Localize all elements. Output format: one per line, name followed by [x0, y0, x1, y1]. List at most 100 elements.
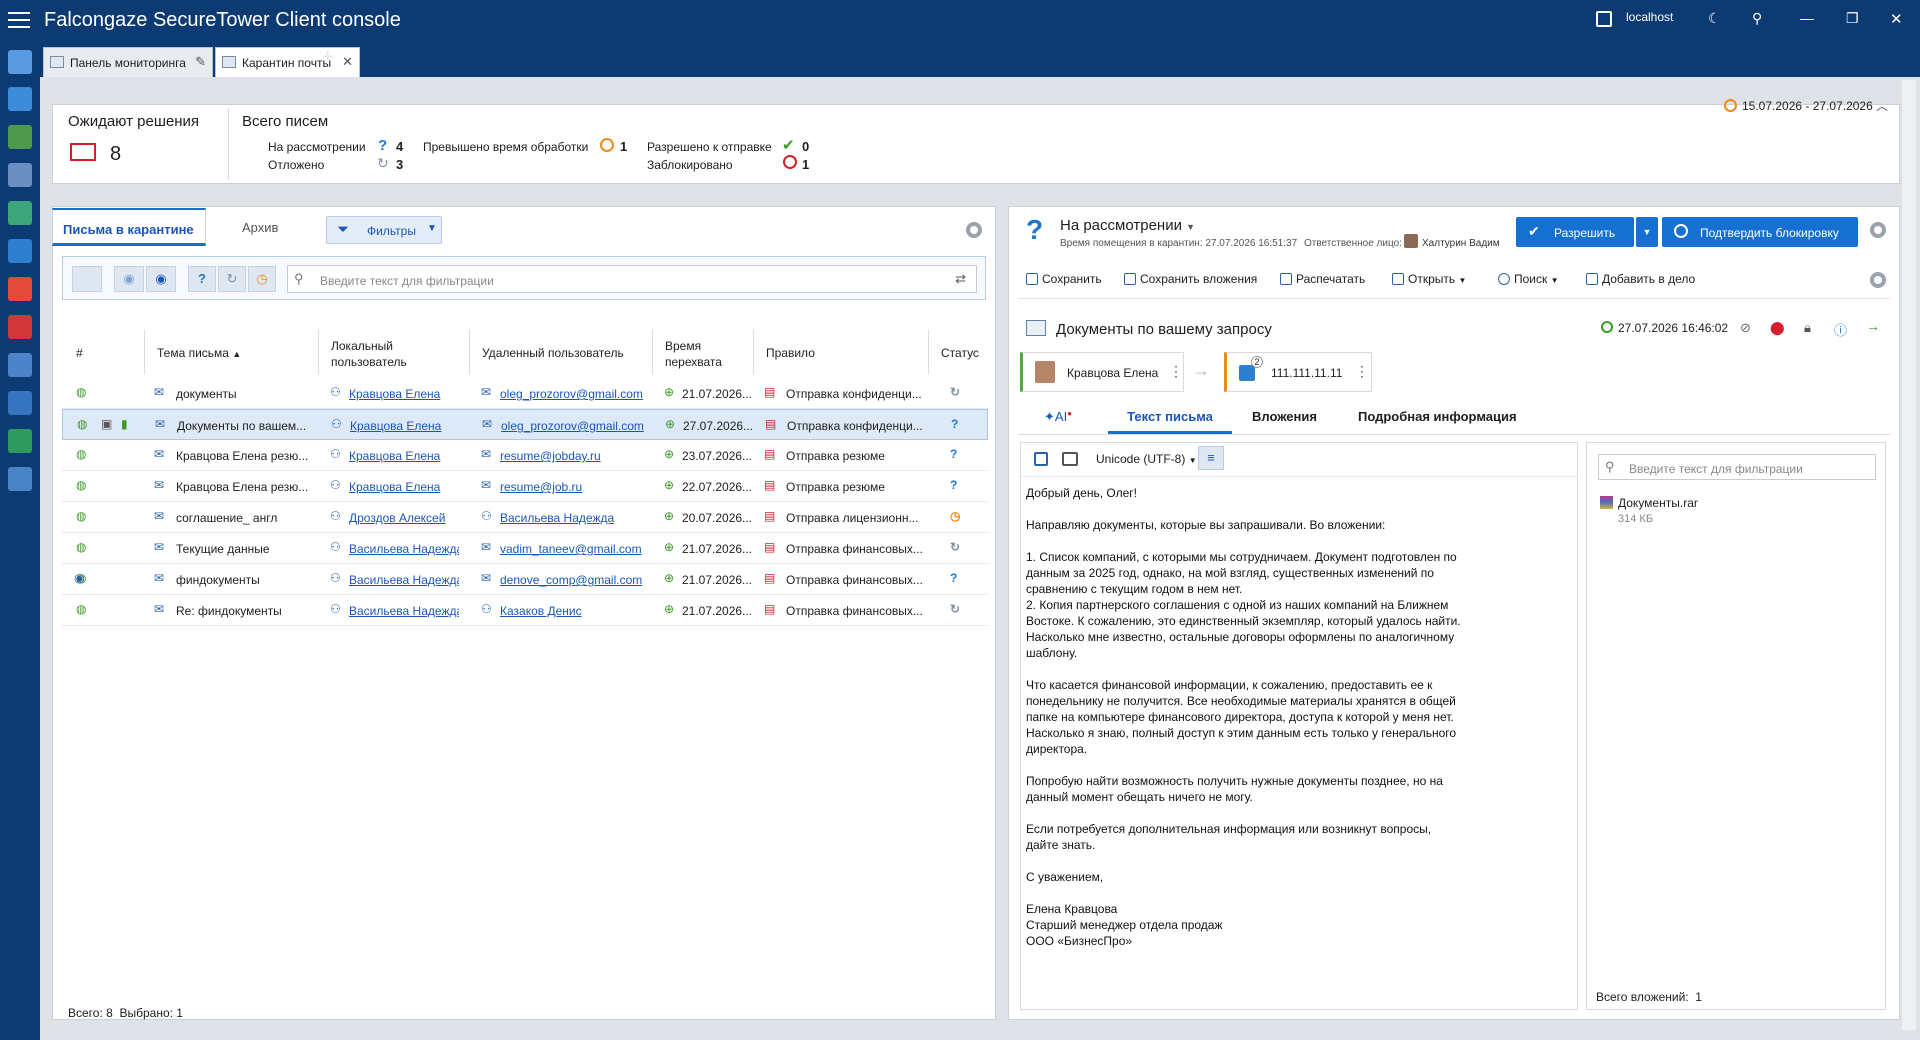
tab-ai[interactable]: ✦AI●: [1044, 409, 1072, 425]
alert-icon[interactable]: ⬤: [1770, 320, 1785, 336]
exceeded-label[interactable]: Превышено время обработки: [423, 140, 588, 154]
toolbar-settings-icon[interactable]: [1870, 272, 1886, 288]
tab-details[interactable]: Подробная информация: [1358, 409, 1517, 424]
remote-user-link[interactable]: resume@job.ru: [500, 480, 660, 494]
sender-card[interactable]: Кравцова Елена ⋮: [1020, 352, 1184, 392]
remote-user-link[interactable]: oleg_prozorov@gmail.com: [500, 387, 660, 401]
blocked-icon[interactable]: ⊘: [1740, 320, 1751, 336]
table-row[interactable]: ◍ ◉ ✉ финдокументы ⚇ Васильева Надежда ✉ denove…: [62, 564, 988, 595]
filter-options-icon[interactable]: ⇄: [955, 271, 966, 287]
wrap-text-icon[interactable]: ≡: [1198, 446, 1224, 470]
users-icon[interactable]: [8, 239, 32, 263]
local-user-link[interactable]: Кравцова Елена: [349, 449, 459, 463]
table-row[interactable]: ◍ ✉ Текущие данные ⚇ Васильева Надежда ✉ vadim…: [62, 533, 988, 564]
blocked-label[interactable]: Заблокировано: [647, 158, 733, 172]
menu-icon[interactable]: [8, 12, 30, 28]
remote-user-link[interactable]: vadim_taneev@gmail.com: [500, 542, 660, 556]
search-field[interactable]: ⚲ Введите текст для фильтрации ⇄: [287, 265, 977, 293]
postponed-label[interactable]: Отложено: [268, 158, 324, 172]
chevron-down-icon[interactable]: ▼: [427, 223, 437, 234]
column-remote[interactable]: Удаленный пользователь: [482, 346, 624, 360]
statistics-icon[interactable]: [8, 429, 32, 453]
local-user-link[interactable]: Васильева Надежда: [349, 604, 459, 618]
column-subject[interactable]: Тема письма ▲: [157, 346, 241, 360]
date-range[interactable]: 15.07.2026 - 27.07.2026: [1742, 99, 1873, 113]
print-icon[interactable]: [1062, 452, 1078, 466]
table-row[interactable]: ◍ ▣ ▮ ✉ Документы по вашем... ⚇ Кравцова Елена…: [62, 409, 988, 440]
theme-icon[interactable]: ☾: [1708, 10, 1721, 27]
column-status[interactable]: Статус: [941, 346, 979, 360]
analytics-icon[interactable]: [8, 125, 32, 149]
attachment-search[interactable]: ⚲ Введите текст для фильтрации: [1598, 454, 1876, 480]
incidents-icon[interactable]: [8, 277, 32, 301]
encoding-select[interactable]: Unicode (UTF-8) ▼: [1096, 452, 1197, 466]
close-icon[interactable]: ✕: [1890, 10, 1903, 28]
local-user-link[interactable]: Кравцова Елена: [349, 480, 459, 494]
reports-icon[interactable]: [8, 201, 32, 225]
tab-archive[interactable]: Архив: [242, 220, 278, 235]
settings-gear-icon[interactable]: [966, 222, 982, 238]
add-tab-icon[interactable]: +: [322, 46, 334, 69]
lock-icon[interactable]: 🔒︎: [1804, 320, 1811, 336]
settings-icon[interactable]: [8, 467, 32, 491]
review-filter-icon[interactable]: ?: [188, 266, 216, 292]
allow-dropdown-button[interactable]: ▼: [1636, 217, 1658, 247]
local-user-link[interactable]: Дроздов Алексей: [349, 511, 459, 525]
recipient-card[interactable]: 2 111.111.11.11 ⋮: [1224, 352, 1372, 392]
mail-status[interactable]: На рассмотрении ▼: [1060, 217, 1195, 234]
tab-mail-quarantine[interactable]: Карантин почты ✕: [215, 47, 360, 77]
forward-icon[interactable]: →: [1866, 318, 1880, 334]
column-rule[interactable]: Правило: [766, 346, 815, 360]
table-row[interactable]: ◍ ✉ документы ⚇ Кравцова Елена ✉ oleg_prozorov…: [62, 378, 988, 409]
more-icon[interactable]: ⋮: [1169, 363, 1183, 380]
search-button[interactable]: Поиск ▼: [1498, 272, 1559, 286]
postponed-filter-icon[interactable]: ↻: [218, 266, 246, 292]
exceeded-filter-icon[interactable]: ◷: [248, 266, 276, 292]
save-button[interactable]: Сохранить: [1026, 272, 1102, 286]
tab-mail-text[interactable]: Текст письма: [1108, 400, 1232, 434]
settings-gear-icon[interactable]: [1870, 222, 1886, 238]
search-icon[interactable]: [8, 87, 32, 111]
tab-quarantine[interactable]: Письма в карантине: [52, 208, 206, 246]
print-button[interactable]: Распечатать: [1280, 272, 1365, 286]
column-time[interactable]: Время перехвата: [665, 338, 735, 370]
table-row[interactable]: ◍ ✉ Re: финдокументы ⚇ Васильева Надежда ⚇ Каз…: [62, 595, 988, 626]
tab-attachments[interactable]: Вложения: [1252, 409, 1317, 424]
table-row[interactable]: ◍ ✉ Кравцова Елена резю... ⚇ Кравцова Елена ✉…: [62, 471, 988, 502]
remote-user-link[interactable]: denove_comp@gmail.com: [500, 573, 660, 587]
remote-user-link[interactable]: resume@jobday.ru: [500, 449, 660, 463]
investigation-icon[interactable]: [8, 163, 32, 187]
column-local[interactable]: Локальный пользователь: [331, 338, 421, 370]
save-attachments-button[interactable]: Сохранить вложения: [1124, 272, 1257, 286]
local-user-link[interactable]: Кравцова Елена: [349, 387, 459, 401]
maximize-icon[interactable]: ❐: [1846, 10, 1859, 27]
eye-filter-icon[interactable]: ◉: [114, 266, 144, 292]
add-to-case-button[interactable]: Добавить в дело: [1586, 272, 1695, 286]
collapse-icon[interactable]: ︿: [1876, 97, 1888, 114]
eye-solid-filter-icon[interactable]: ◉: [146, 266, 176, 292]
remote-user-link[interactable]: Казаков Денис: [500, 604, 660, 618]
minimize-icon[interactable]: —: [1800, 10, 1814, 26]
on-review-label[interactable]: На рассмотрении: [268, 140, 366, 154]
screens-icon[interactable]: [8, 353, 32, 377]
remote-user-link[interactable]: oleg_prozorov@gmail.com: [501, 419, 661, 433]
filters-button[interactable]: ⏷ Фильтры ▼: [326, 216, 442, 244]
table-row[interactable]: ◍ ✉ Кравцова Елена резю... ⚇ Кравцова Елена ✉…: [62, 440, 988, 471]
host-label[interactable]: localhost: [1626, 10, 1673, 24]
allowed-label[interactable]: Разрешено к отправке: [647, 140, 772, 154]
pin-icon[interactable]: ⚲: [1752, 10, 1762, 27]
local-user-link[interactable]: Кравцова Елена: [350, 419, 460, 433]
confirm-block-button[interactable]: Подтвердить блокировку: [1662, 217, 1858, 247]
attachment-name[interactable]: Документы.rar: [1618, 496, 1698, 510]
info-icon[interactable]: ⓘ: [1834, 320, 1847, 339]
avatar-filter-icon[interactable]: [72, 266, 102, 292]
allow-button[interactable]: ✔ Разрешить: [1516, 217, 1634, 247]
monitor-icon[interactable]: [8, 391, 32, 415]
close-tab-icon[interactable]: ✕: [342, 54, 353, 70]
tab-monitoring[interactable]: Панель мониторинга ✎: [43, 47, 213, 77]
save-icon[interactable]: [1034, 452, 1048, 466]
dashboard-icon[interactable]: [8, 50, 32, 74]
scrollbar[interactable]: [1902, 80, 1916, 1030]
local-user-link[interactable]: Васильева Надежда: [349, 542, 459, 556]
more-icon[interactable]: ⋮: [1355, 363, 1369, 380]
